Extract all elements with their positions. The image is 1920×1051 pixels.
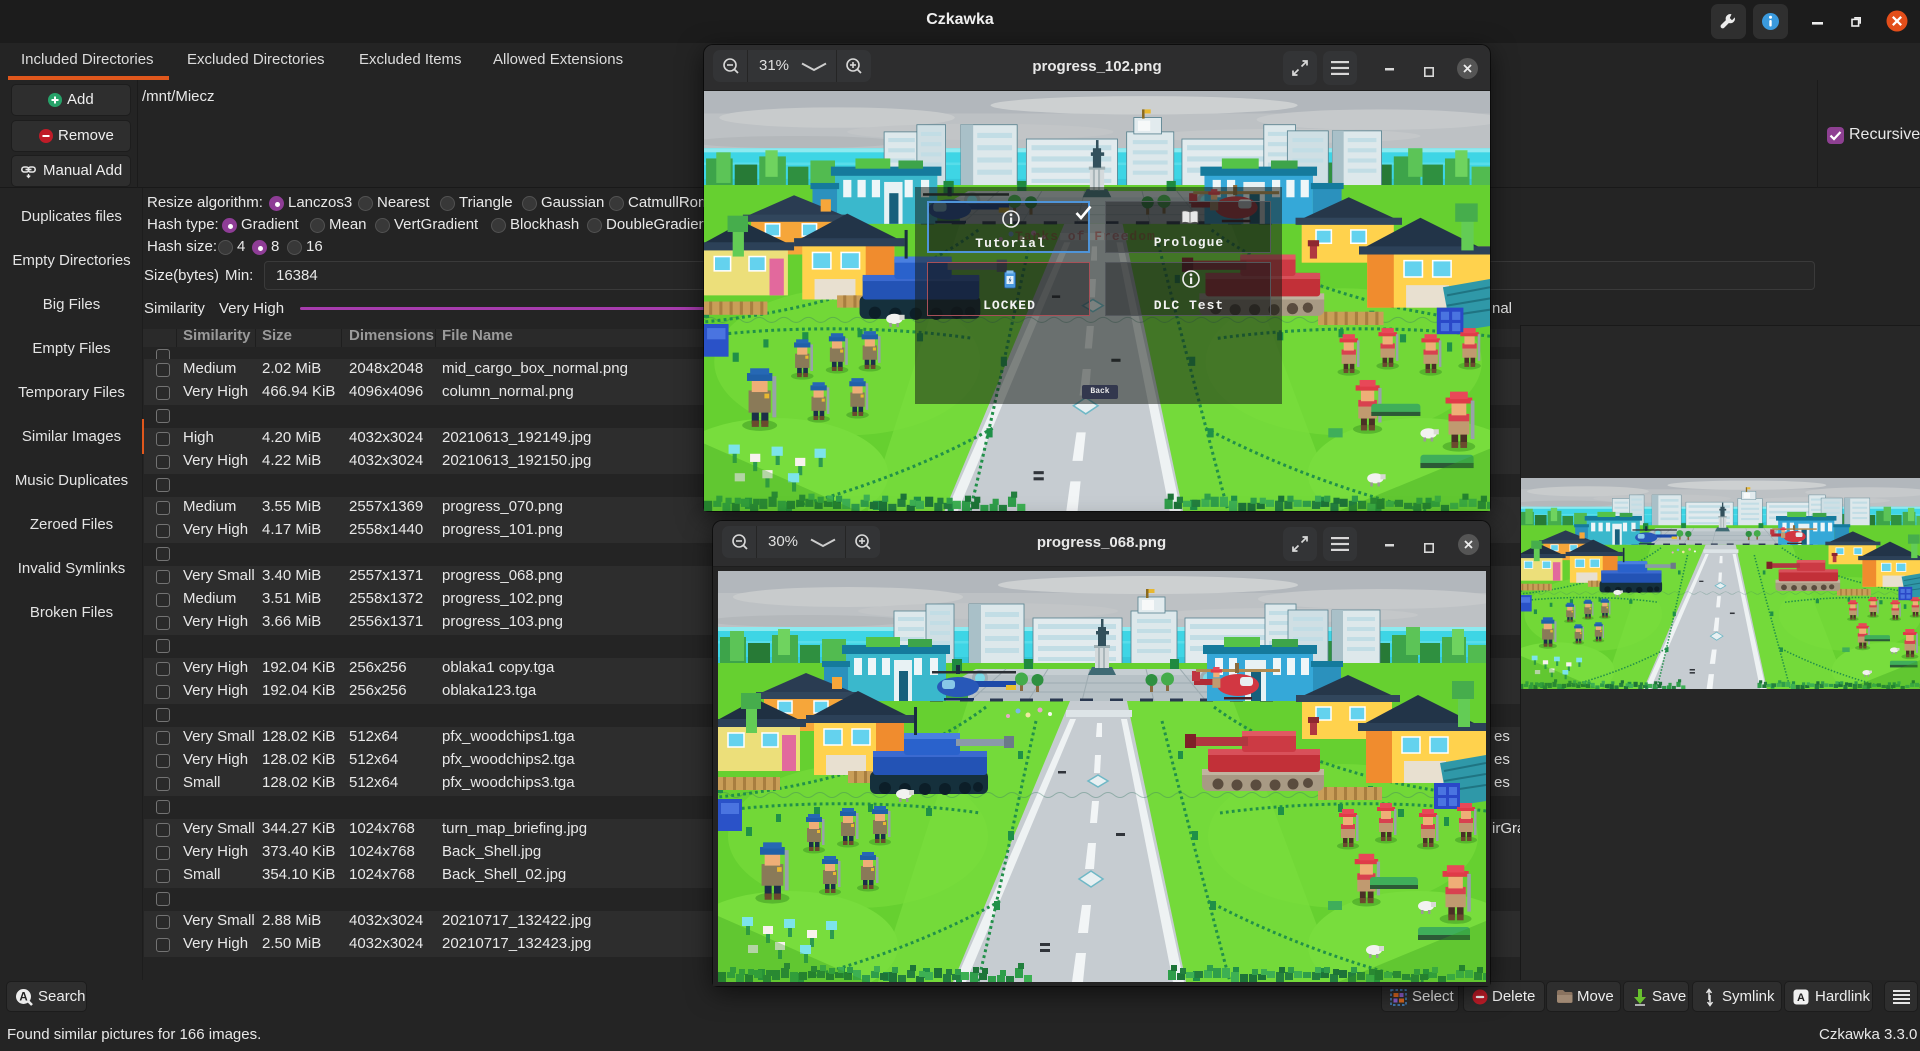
svg-text:A: A (1797, 992, 1805, 1004)
svg-text:A: A (19, 992, 27, 1004)
